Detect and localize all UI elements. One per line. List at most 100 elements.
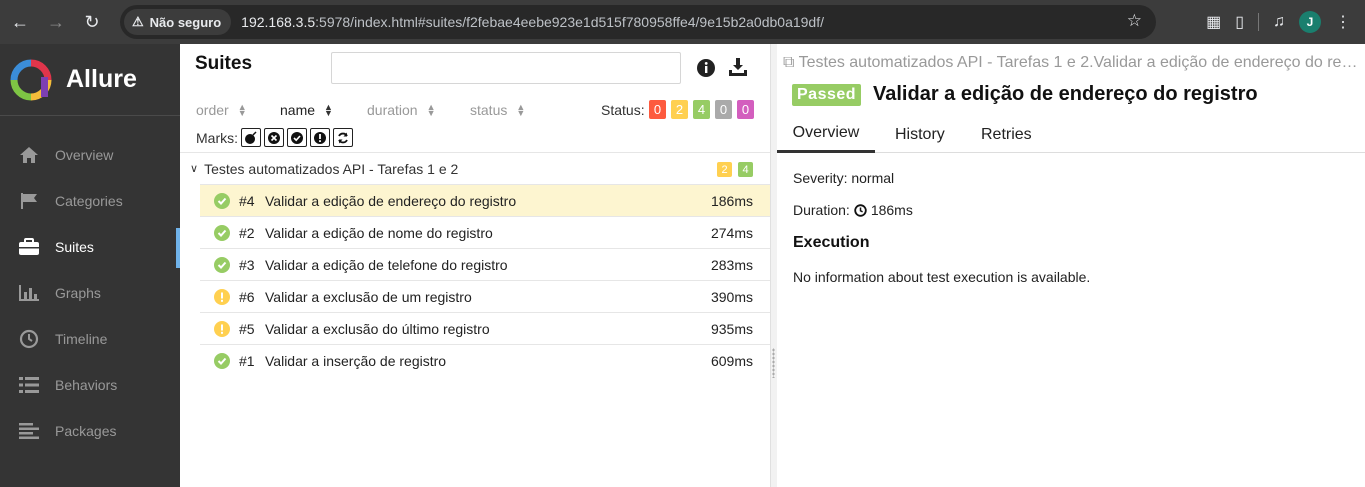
test-duration: 186ms [710, 192, 753, 209]
security-label: Não seguro [149, 14, 222, 30]
reload-icon[interactable]: ↻ [76, 6, 108, 38]
status-badge: Passed [792, 84, 862, 106]
sidebar: Allure Overview Categories Suites Graphs… [0, 44, 180, 487]
back-icon[interactable]: ← [4, 6, 36, 38]
sort-status[interactable]: status ▲ ▼ [470, 102, 525, 118]
status-broken-badge[interactable]: 2 [671, 100, 688, 119]
info-icon[interactable] [696, 58, 716, 78]
flag-icon [18, 190, 40, 212]
sidebar-item-label: Suites [55, 239, 94, 255]
status-passed-badge[interactable]: 4 [693, 100, 710, 119]
test-row[interactable]: #1 Validar a inserção de registro 609ms [200, 344, 770, 376]
allure-logo-icon [10, 59, 52, 100]
test-row[interactable]: #6 Validar a exclusão de um registro 390… [200, 280, 770, 312]
test-name: Validar a edição de telefone do registro [265, 256, 508, 273]
search-input[interactable] [331, 52, 681, 84]
home-icon [18, 144, 40, 166]
profile-avatar[interactable]: J [1299, 11, 1321, 33]
url-text[interactable]: 192.168.3.5:5978/index.html#suites/f2feb… [241, 14, 824, 30]
test-name: Validar a exclusão de um registro [265, 288, 472, 305]
splitter-grip-icon[interactable] [772, 348, 775, 378]
broken-exclamation-icon [214, 288, 230, 305]
download-icon[interactable] [728, 57, 748, 77]
bar-chart-icon [18, 282, 40, 304]
sort-arrows-icon: ▲ ▼ [324, 102, 333, 118]
pane-splitter[interactable] [770, 44, 777, 487]
status-failed-badge[interactable]: 0 [649, 100, 666, 119]
test-row[interactable]: #5 Validar a exclusão do último registro… [200, 312, 770, 344]
passed-check-icon [214, 352, 230, 369]
duration-value: 186ms [870, 202, 913, 218]
test-number: #6 [239, 288, 255, 305]
forward-icon[interactable]: → [40, 6, 72, 38]
test-duration: 390ms [710, 288, 753, 305]
allure-logo[interactable]: Allure [0, 44, 180, 116]
retries-icon[interactable] [333, 128, 353, 147]
sidebar-item-graphs[interactable]: Graphs [0, 270, 180, 316]
new-failed-icon[interactable] [264, 128, 284, 147]
suite-group-row[interactable]: ∨ Testes automatizados API - Tarefas 1 e… [180, 152, 770, 184]
breadcrumb: ⧉ Testes automatizados API - Tarefas 1 e… [783, 54, 1358, 72]
test-title: Validar a edição de endereço do registro [873, 83, 1258, 105]
suites-panel: Suites order ▲ ▼ name ▲ ▼ duration ▲ ▼ status ▲… [180, 44, 770, 487]
new-passed-icon[interactable] [287, 128, 307, 147]
url-host: 192.168.3.5 [241, 14, 316, 30]
group-broken-count: 2 [717, 162, 732, 177]
passed-check-icon [214, 256, 230, 273]
sort-name[interactable]: name ▲ ▼ [280, 102, 333, 118]
test-number: #5 [239, 320, 255, 337]
url-path: :5978/index.html#suites/f2febae4eebe923e… [315, 14, 825, 30]
test-row[interactable]: #4 Validar a edição de endereço do regis… [200, 184, 770, 216]
marks-label: Marks: [196, 129, 238, 146]
sort-name-label: name [280, 102, 316, 118]
sheets-extension-icon[interactable]: ▦ [1206, 12, 1221, 32]
status-skipped-badge[interactable]: 0 [715, 100, 732, 119]
test-row[interactable]: #2 Validar a edição de nome do registro … [200, 216, 770, 248]
sidebar-item-behaviors[interactable]: Behaviors [0, 362, 180, 408]
breadcrumb-text: Testes automatizados API - Tarefas 1 e 2… [798, 54, 1358, 71]
sort-order[interactable]: order ▲ ▼ [196, 102, 247, 118]
test-row[interactable]: #3 Validar a edição de telefone do regis… [200, 248, 770, 280]
flaky-bomb-icon[interactable] [241, 128, 261, 147]
sidebar-item-label: Timeline [55, 331, 108, 347]
tab-overview[interactable]: Overview [777, 116, 875, 153]
execution-heading: Execution [793, 234, 870, 251]
sidebar-item-timeline[interactable]: Timeline [0, 316, 180, 362]
sort-duration-label: duration [367, 102, 418, 118]
tab-history[interactable]: History [895, 116, 945, 153]
severity-field: Severity: normal [793, 170, 895, 186]
new-broken-icon[interactable] [310, 128, 330, 147]
status-unknown-badge[interactable]: 0 [737, 100, 754, 119]
sidebar-item-categories[interactable]: Categories [0, 178, 180, 224]
sidebar-item-suites[interactable]: Suites [0, 224, 180, 270]
sidebar-item-label: Categories [55, 193, 123, 209]
copy-icon[interactable]: ⧉ [783, 54, 799, 71]
media-control-icon[interactable]: ♫ [1273, 13, 1285, 31]
list-icon [18, 374, 40, 396]
sidebar-item-packages[interactable]: Packages [0, 408, 180, 454]
browser-toolbar: ← → ↻ ⚠ Não seguro 192.168.3.5:5978/inde… [0, 0, 1365, 44]
test-number: #1 [239, 352, 255, 369]
browser-menu-icon[interactable]: ⋮ [1335, 12, 1351, 32]
address-bar[interactable]: ⚠ Não seguro 192.168.3.5:5978/index.html… [120, 5, 1156, 39]
sort-order-label: order [196, 102, 229, 118]
test-list: #4 Validar a edição de endereço do regis… [200, 184, 770, 376]
sidebar-item-label: Overview [55, 147, 114, 163]
bookmark-star-icon[interactable]: ☆ [1127, 11, 1142, 31]
status-filter-label: Status: [601, 102, 645, 118]
sort-status-label: status [470, 102, 508, 118]
passed-check-icon [214, 192, 230, 209]
sort-duration[interactable]: duration ▲ ▼ [367, 102, 436, 118]
sort-arrows-icon: ▲ ▼ [516, 102, 526, 118]
clock-icon [18, 328, 40, 350]
sort-bar: order ▲ ▼ name ▲ ▼ duration ▲ ▼ status ▲ ▼ Statu… [180, 100, 770, 122]
page-title: Suites [195, 53, 253, 74]
security-chip[interactable]: ⚠ Não seguro [124, 9, 232, 35]
test-detail-panel: ⧉ Testes automatizados API - Tarefas 1 e… [777, 44, 1365, 487]
sidebar-item-overview[interactable]: Overview [0, 132, 180, 178]
marks-filter: Marks: [196, 128, 353, 147]
tab-retries[interactable]: Retries [981, 116, 1032, 153]
clock-icon [854, 203, 867, 217]
extensions-puzzle-icon[interactable]: ▯ [1235, 12, 1244, 32]
test-number: #4 [239, 192, 255, 209]
